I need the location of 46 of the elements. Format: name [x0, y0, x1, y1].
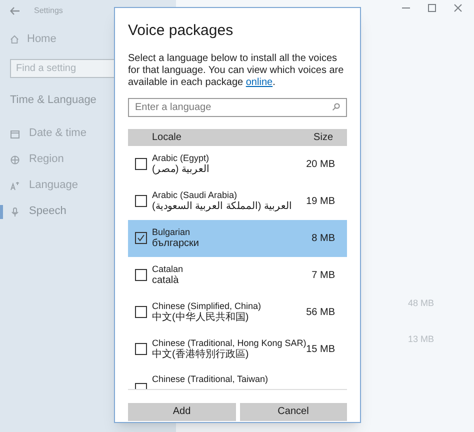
checkbox[interactable]: [135, 269, 147, 281]
calendar-icon: [10, 128, 20, 138]
locale-name: Catalan: [152, 264, 184, 274]
size-label: 48 MB: [408, 297, 434, 310]
locale-name: Bulgarian: [152, 226, 190, 238]
native-name: العربية (المملكة العربية السعودية): [152, 200, 292, 212]
back-icon[interactable]: [10, 7, 20, 15]
maximize-icon[interactable]: [428, 4, 436, 12]
section-heading: Time & Language: [10, 93, 96, 108]
native-name: български: [152, 238, 199, 250]
dialog-button[interactable]: Cancel: [240, 402, 347, 420]
native-name: 中文(中华人民共和国): [152, 312, 249, 324]
locale-name: Chinese (Traditional, Taiwan): [152, 374, 268, 384]
size-label: 56 MB: [306, 306, 335, 320]
globe-icon: [10, 154, 20, 164]
checkbox[interactable]: [135, 306, 147, 318]
size-label: 7 MB: [312, 268, 335, 282]
checkbox[interactable]: [135, 158, 147, 170]
microphone-icon: [10, 206, 20, 216]
locale-name: Chinese (Traditional, Hong Kong SAR): [152, 338, 306, 348]
online-link[interactable]: online: [246, 76, 273, 88]
size-label: 13 MB: [408, 332, 434, 346]
search-field[interactable]: Enter a language: [128, 98, 347, 116]
column-header: Size: [314, 130, 333, 144]
locale-name: Arabic (Egypt): [152, 152, 210, 163]
dialog-button[interactable]: Add: [128, 402, 236, 420]
language-icon: [10, 180, 20, 190]
size-label: 8 MB: [312, 232, 335, 246]
size-label: 19 MB: [306, 194, 335, 208]
column-header: Locale: [152, 130, 182, 144]
home-icon: [10, 34, 19, 44]
checkbox[interactable]: [135, 195, 147, 207]
checkbox[interactable]: [135, 232, 147, 244]
checkbox[interactable]: [135, 343, 147, 355]
native-name: català: [152, 274, 179, 286]
size-label: 15 MB: [306, 342, 335, 356]
locale-name: Arabic (Saudi Arabia): [152, 190, 238, 200]
search-icon: [332, 103, 340, 111]
native-name: 中文(香港特別行政區): [152, 348, 249, 360]
dialog-title: Voice packages: [128, 21, 234, 41]
list-row[interactable]: Bulgarian български 8 MB: [128, 220, 347, 256]
locale-name: Chinese (Simplified, China): [152, 300, 262, 312]
window-title: Settings: [34, 5, 63, 17]
native-name: العربية (مصر): [152, 164, 210, 176]
size-label: 20 MB: [306, 158, 335, 172]
close-icon[interactable]: [454, 4, 462, 12]
